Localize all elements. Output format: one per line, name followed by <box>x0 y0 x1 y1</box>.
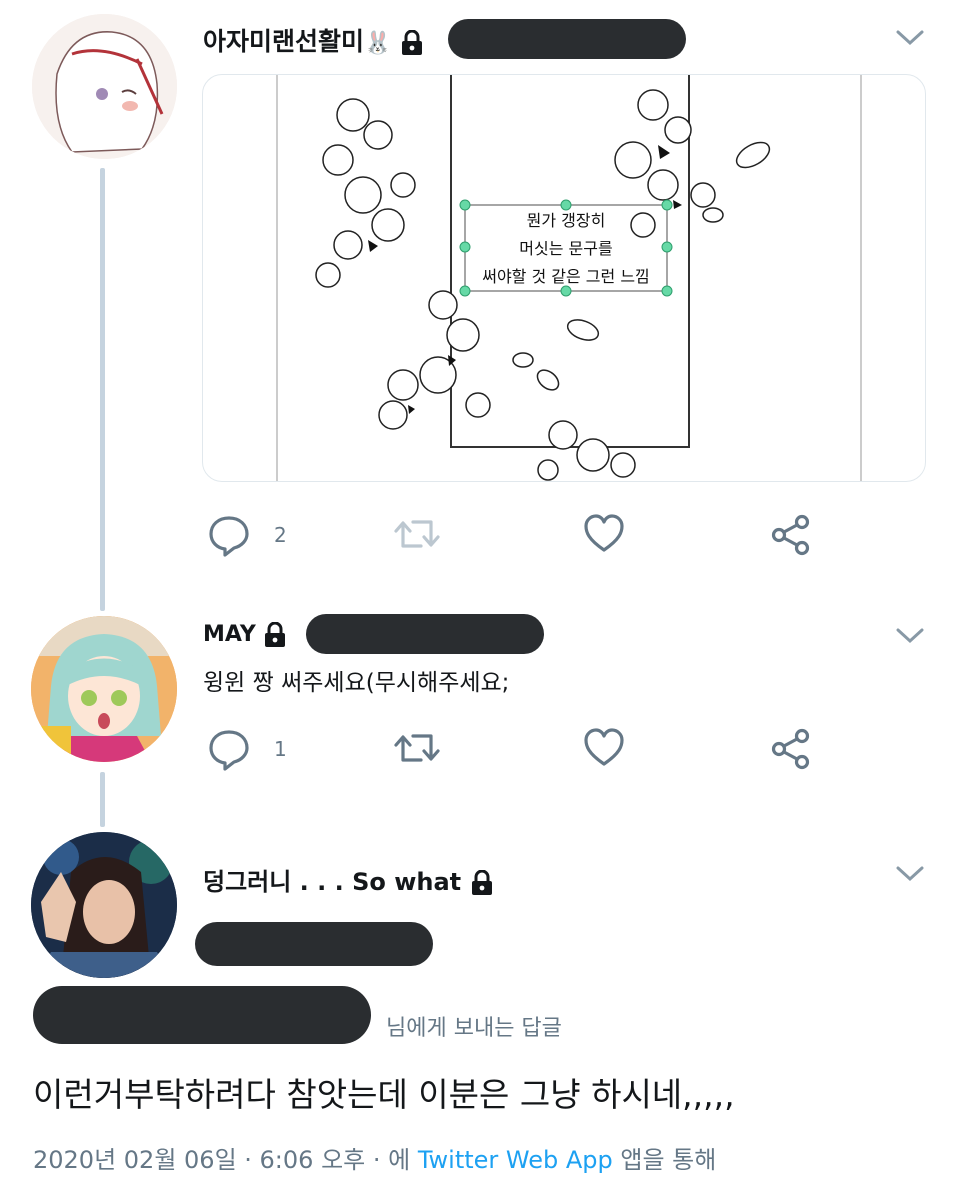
reply-icon[interactable] <box>207 727 251 771</box>
client-link[interactable]: Twitter Web App <box>418 1146 613 1174</box>
avatar-tweet2[interactable] <box>31 616 177 762</box>
tweet-image[interactable]: 뭔가 갱장히 머싯는 문구를 써야할 것 같은 그런 느낌 <box>202 74 926 482</box>
display-name[interactable]: MAY <box>203 622 256 647</box>
avatar-tweet1[interactable] <box>32 14 177 159</box>
like-icon[interactable] <box>583 514 625 554</box>
reply-icon[interactable] <box>207 513 251 557</box>
redacted-reply-to-handle <box>33 986 371 1044</box>
reply-to-label: 님에게 보내는 답글 <box>386 1016 562 1041</box>
share-icon[interactable] <box>770 514 812 556</box>
avatar-tweet3[interactable] <box>31 832 177 978</box>
tweet3-header: 덩그러니 . . . So what <box>203 862 494 897</box>
chevron-down-icon[interactable] <box>895 864 925 884</box>
lock-icon <box>471 870 492 895</box>
retweet-icon[interactable] <box>393 514 441 554</box>
display-name[interactable]: 아자미랜선활미 <box>203 27 364 56</box>
display-name[interactable]: 덩그러니 . . . So what <box>203 868 461 896</box>
lock-icon <box>265 622 286 647</box>
tweet1-header: 아자미랜선활미🐰 <box>203 22 424 58</box>
image-caption: 뭔가 갱장히 머싯는 문구를 써야할 것 같은 그런 느낌 <box>465 207 667 291</box>
thread-line <box>100 168 105 611</box>
thread-line <box>100 772 105 827</box>
image-caption-line: 머싯는 문구를 <box>519 239 613 258</box>
redacted-handle <box>448 19 686 59</box>
image-caption-line: 써야할 것 같은 그런 느낌 <box>482 267 650 286</box>
tweet2-header: MAY <box>203 622 287 648</box>
chevron-down-icon[interactable] <box>895 28 925 48</box>
redacted-handle <box>306 614 544 654</box>
emoji: 🐰 <box>364 31 392 56</box>
like-icon[interactable] <box>583 728 625 768</box>
tweet-meta: 2020년 02월 06일 · 6:06 오후 · 에 Twitter Web … <box>33 1140 716 1175</box>
retweet-icon[interactable] <box>393 728 441 768</box>
reply-count: 1 <box>274 737 287 761</box>
redacted-handle <box>195 922 433 966</box>
chevron-down-icon[interactable] <box>895 626 925 646</box>
tweet-date[interactable]: 2020년 02월 06일 · 6:06 오후 · 에 <box>33 1146 410 1174</box>
avatar-photo <box>31 832 177 978</box>
client-suffix: 앱을 통해 <box>620 1146 717 1174</box>
tweet-text: 윙윈 짱 써주세요(무시해주세요; <box>203 670 510 696</box>
main-tweet-text: 이런거부탁하려다 참앗는데 이분은 그냥 하시네,,,,, <box>33 1075 735 1114</box>
image-caption-line: 뭔가 갱장히 <box>526 211 606 230</box>
reply-count: 2 <box>274 523 287 547</box>
share-icon[interactable] <box>770 728 812 770</box>
avatar-illustration <box>32 14 177 159</box>
lock-icon <box>402 30 423 55</box>
avatar-illustration <box>31 616 177 762</box>
